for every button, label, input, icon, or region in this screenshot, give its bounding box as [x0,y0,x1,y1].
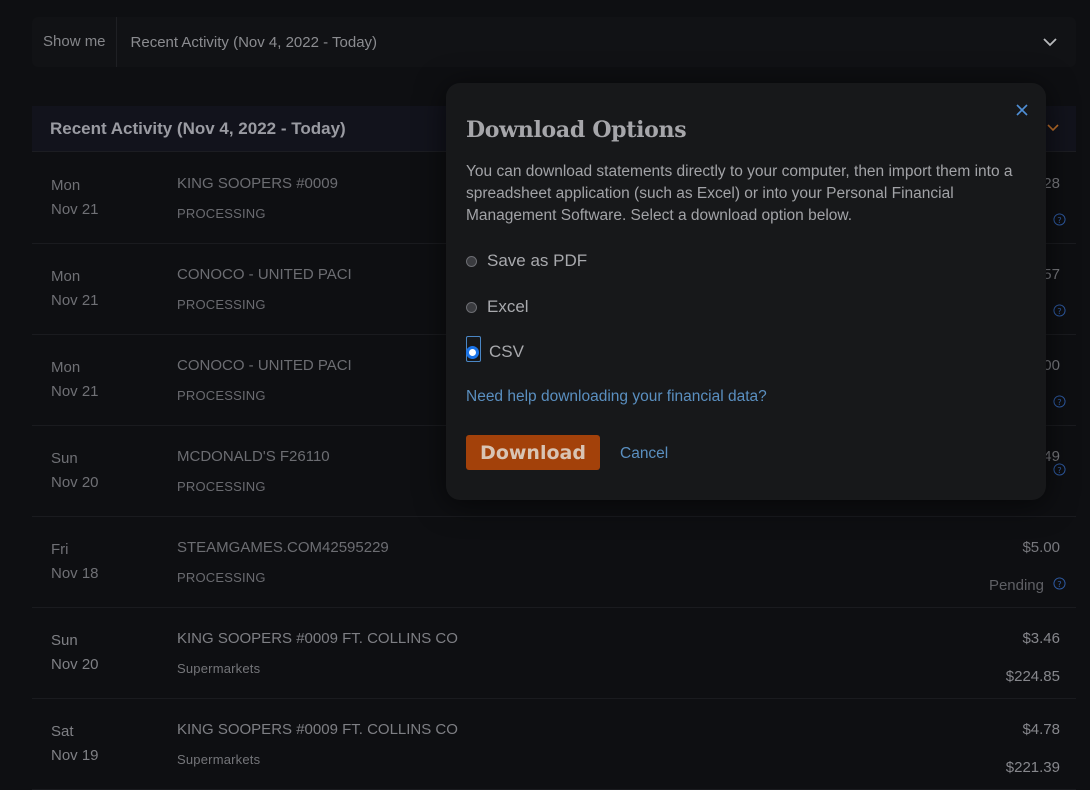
transaction-amount: $5.00 [1022,539,1060,556]
download-button[interactable]: Download [466,435,600,470]
transaction-balance: $221.39 [1005,759,1060,776]
svg-text:?: ? [1057,465,1061,475]
transaction-merchant: STEAMGAMES.COM42595229 [177,539,389,556]
transaction-category: Supermarkets [177,752,261,767]
transaction-day: Sat [51,723,74,740]
transaction-date: Nov 20 [51,656,99,673]
transaction-row[interactable]: Sun Nov 20 KING SOOPERS #0009 FT. COLLIN… [32,608,1076,699]
transaction-date: Nov 20 [51,474,99,491]
transaction-amount: $4.78 [1022,721,1060,738]
option-pdf-label: Save as PDF [487,251,588,270]
transaction-category: PROCESSING [177,570,266,585]
transaction-category: PROCESSING [177,388,266,403]
transaction-date: Nov 21 [51,383,99,400]
svg-text:?: ? [1057,397,1061,407]
help-icon[interactable]: ? [1053,463,1066,476]
transaction-merchant: CONOCO - UNITED PACI [177,357,352,374]
transaction-merchant: KING SOOPERS #0009 FT. COLLINS CO [177,630,458,647]
radio-excel[interactable] [466,301,477,313]
svg-text:?: ? [1057,579,1061,589]
transaction-merchant: MCDONALD'S F26110 [177,448,330,465]
option-csv-label: CSV [489,342,524,361]
transaction-date: Nov 18 [51,565,99,582]
transaction-merchant: KING SOOPERS #0009 FT. COLLINS CO [177,721,458,738]
help-icon[interactable]: ? [1053,213,1066,226]
transaction-day: Mon [51,359,81,376]
transaction-day: Mon [51,268,81,285]
option-csv[interactable]: CSV [466,336,524,362]
transaction-row[interactable]: Fri Nov 18 STEAMGAMES.COM42595229 PROCES… [32,517,1076,608]
panel-title: Recent Activity (Nov 4, 2022 - Today) [50,119,346,138]
help-icon[interactable]: ? [1053,304,1066,317]
chevron-down-icon[interactable] [1046,121,1060,135]
transaction-date: Nov 19 [51,747,99,764]
transaction-category: PROCESSING [177,297,266,312]
dialog-description: You can download statements directly to … [466,163,1013,224]
transaction-day: Sun [51,632,78,649]
transaction-category: Supermarkets [177,661,261,676]
help-icon[interactable]: ? [1053,395,1066,408]
dialog-title: Download Options [466,117,687,143]
transaction-merchant: CONOCO - UNITED PACI [177,266,352,283]
svg-text:?: ? [1057,306,1061,316]
transaction-date: Nov 21 [51,201,99,218]
cancel-button[interactable]: Cancel [620,445,668,463]
filter-value: Recent Activity (Nov 4, 2022 - Today) [130,33,378,51]
transaction-day: Fri [51,541,69,558]
option-excel-label: Excel [487,297,529,316]
help-icon[interactable]: ? [1053,577,1066,590]
chevron-down-icon[interactable] [1042,34,1058,50]
help-download-link[interactable]: Need help downloading your financial dat… [466,388,767,406]
svg-text:?: ? [1057,215,1061,225]
transaction-date: Nov 21 [51,292,99,309]
activity-filter-select[interactable]: Show me Recent Activity (Nov 4, 2022 - T… [32,17,1076,67]
option-excel[interactable]: Excel [466,297,529,317]
transaction-day: Sun [51,450,78,467]
option-pdf[interactable]: Save as PDF [466,251,587,271]
transaction-balance: $224.85 [1005,668,1060,685]
close-icon[interactable] [1015,103,1029,117]
transaction-category: PROCESSING [177,206,266,221]
download-options-dialog: Download Options You can download statem… [446,83,1046,500]
transaction-day: Mon [51,177,81,194]
filter-label: Show me [32,17,117,67]
transaction-merchant: KING SOOPERS #0009 [177,175,338,192]
transaction-category: PROCESSING [177,479,266,494]
transaction-row[interactable]: Sat Nov 19 KING SOOPERS #0009 FT. COLLIN… [32,699,1076,790]
radio-csv[interactable] [466,345,479,359]
radio-pdf[interactable] [466,255,477,267]
transaction-amount: $3.46 [1022,630,1060,647]
transaction-status: Pending [988,577,1044,594]
